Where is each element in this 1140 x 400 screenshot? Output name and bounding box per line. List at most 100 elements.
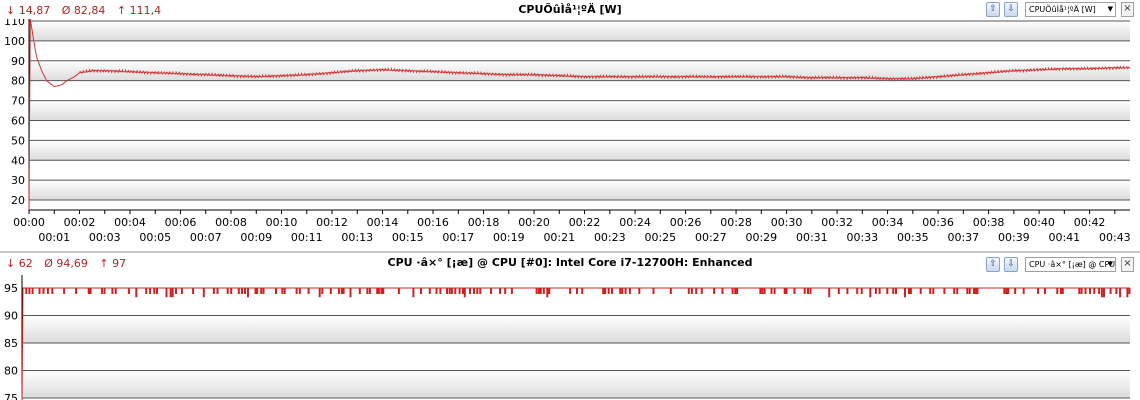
y-tick-label: 90 xyxy=(4,310,18,323)
x-tick-label: 00:17 xyxy=(442,231,474,244)
x-tick-label: 00:22 xyxy=(569,216,601,229)
y-tick-label: 80 xyxy=(4,365,18,378)
cpu-temp-panel: ↓ 62 Ø 94,69 ↑ 97 CPU ·â×° [¡æ] @ CPU [#… xyxy=(0,253,1140,400)
y-tick-label: 90 xyxy=(11,55,25,68)
x-tick-label: 00:31 xyxy=(796,231,828,244)
close-button[interactable]: × xyxy=(1121,257,1134,272)
scroll-down-button[interactable]: ⇩ xyxy=(1004,257,1018,272)
sensor-select[interactable]: CPUÕûÌå¹¦ºÄ [W] ▼ xyxy=(1025,2,1116,17)
panel-title: CPU ·â×° [¡æ] @ CPU [#0]: Intel Core i7-… xyxy=(387,256,753,269)
y-tick-label: 50 xyxy=(11,134,25,147)
x-tick-label: 00:20 xyxy=(518,216,550,229)
x-tick-label: 00:29 xyxy=(745,231,777,244)
stat-avg: Ø 94,69 xyxy=(44,257,88,270)
x-tick-label: 00:18 xyxy=(468,216,500,229)
sensor-select[interactable]: CPU ·â×° [¡æ] @ CPU [# ▼ xyxy=(1025,257,1116,272)
x-tick-label: 00:33 xyxy=(846,231,878,244)
chevron-down-icon: ▼ xyxy=(1107,5,1113,13)
plot-band xyxy=(29,160,1130,181)
cpu-power-panel: ↓ 14,87 Ø 82,84 ↑ 111,4 CPUÕûÌå¹¦ºÄ [W] … xyxy=(0,0,1140,251)
plot-band xyxy=(29,40,1130,61)
sensor-select-value: CPUÕûÌå¹¦ºÄ [W] xyxy=(1029,5,1096,14)
plot-band xyxy=(29,60,1130,81)
x-tick-label: 00:06 xyxy=(165,216,197,229)
scroll-up-button[interactable]: ⇧ xyxy=(986,257,1000,272)
y-tick-label: 85 xyxy=(4,337,18,350)
plot-band xyxy=(22,315,1130,343)
sensor-select-value: CPU ·â×° [¡æ] @ CPU [# xyxy=(1029,260,1116,269)
x-tick-label: 00:02 xyxy=(64,216,96,229)
x-tick-label: 00:43 xyxy=(1099,231,1131,244)
y-tick-label: 75 xyxy=(4,392,18,400)
x-tick-label: 00:23 xyxy=(594,231,626,244)
stat-avg: Ø 82,84 xyxy=(61,4,106,17)
x-tick-label: 00:03 xyxy=(89,231,121,244)
plot-band xyxy=(29,100,1130,121)
x-tick-label: 00:36 xyxy=(922,216,954,229)
y-tick-label: 30 xyxy=(11,174,25,187)
x-tick-label: 00:42 xyxy=(1074,216,1106,229)
x-tick-label: 00:25 xyxy=(644,231,676,244)
temperature-chart: 75 80 85 90 95 xyxy=(4,275,1131,400)
y-tick-label: 70 xyxy=(11,95,25,108)
x-tick-label: 00:13 xyxy=(341,231,373,244)
x-tick-label: 00:24 xyxy=(619,216,651,229)
x-tick-label: 00:19 xyxy=(493,231,525,244)
plot-band xyxy=(29,120,1130,141)
x-tick-label: 00:04 xyxy=(114,216,146,229)
y-tick-label: 60 xyxy=(11,114,25,127)
x-tick-label: 00:34 xyxy=(872,216,904,229)
scroll-down-icon: ⇩ xyxy=(1007,4,1015,14)
x-tick-label: 00:15 xyxy=(392,231,424,244)
x-tick-label: 00:16 xyxy=(417,216,449,229)
y-tick-label: 40 xyxy=(11,154,25,167)
x-tick-label: 00:21 xyxy=(543,231,575,244)
x-tick-label: 00:11 xyxy=(291,231,323,244)
x-tick-label: 00:10 xyxy=(266,216,298,229)
power-chart: 20 30 40 50 60 70 80 90 100 110 00:00 00:02 00:04 00:… xyxy=(4,19,1131,244)
x-tick-label: 00:39 xyxy=(998,231,1030,244)
x-tick-label: 00:35 xyxy=(897,231,929,244)
y-tick-label: 95 xyxy=(4,282,18,295)
x-tick-label: 00:09 xyxy=(240,231,272,244)
y-tick-label: 20 xyxy=(11,194,25,207)
temp-stats: ↓ 62 Ø 94,69 ↑ 97 xyxy=(6,257,134,270)
x-tick-label: 00:28 xyxy=(720,216,752,229)
x-tick-label: 00:14 xyxy=(367,216,399,229)
stat-max: ↑ 97 xyxy=(99,257,127,270)
scroll-up-icon: ⇧ xyxy=(989,4,997,14)
x-tick-label: 00:32 xyxy=(821,216,853,229)
scroll-down-button[interactable]: ⇩ xyxy=(1004,2,1018,17)
x-tick-label: 00:30 xyxy=(771,216,803,229)
x-tick-label: 00:05 xyxy=(139,231,171,244)
x-tick-label: 00:41 xyxy=(1048,231,1080,244)
plot-band xyxy=(29,140,1130,161)
stat-min: ↓ 62 xyxy=(6,257,33,270)
x-tick-label: 00:27 xyxy=(695,231,727,244)
panel-title: CPUÕûÌå¹¦ºÄ [W] xyxy=(518,3,622,16)
close-icon: × xyxy=(1123,3,1132,14)
x-tick-label: 00:40 xyxy=(1023,216,1055,229)
plot-band xyxy=(29,20,1130,41)
plot-band xyxy=(29,200,1130,210)
y-tick-label: 100 xyxy=(4,35,25,48)
x-tick-label: 00:26 xyxy=(670,216,702,229)
chevron-down-icon: ▼ xyxy=(1107,260,1113,268)
plot-band xyxy=(29,80,1130,101)
y-tick-label: 110 xyxy=(4,19,25,28)
stat-min: ↓ 14,87 xyxy=(6,4,51,17)
plot-band xyxy=(29,180,1130,201)
stat-max: ↑ 111,4 xyxy=(116,4,162,17)
x-tick-label: 00:00 xyxy=(13,216,45,229)
scroll-up-icon: ⇧ xyxy=(989,259,997,269)
power-stats: ↓ 14,87 Ø 82,84 ↑ 111,4 xyxy=(6,4,169,17)
y-tick-label: 80 xyxy=(11,75,25,88)
plot-band xyxy=(22,370,1130,398)
x-tick-label: 00:12 xyxy=(316,216,348,229)
x-tick-label: 00:37 xyxy=(947,231,979,244)
close-button[interactable]: × xyxy=(1121,2,1134,17)
x-tick-label: 00:07 xyxy=(190,231,222,244)
scroll-down-icon: ⇩ xyxy=(1007,259,1015,269)
x-tick-label: 00:08 xyxy=(215,216,247,229)
scroll-up-button[interactable]: ⇧ xyxy=(986,2,1000,17)
